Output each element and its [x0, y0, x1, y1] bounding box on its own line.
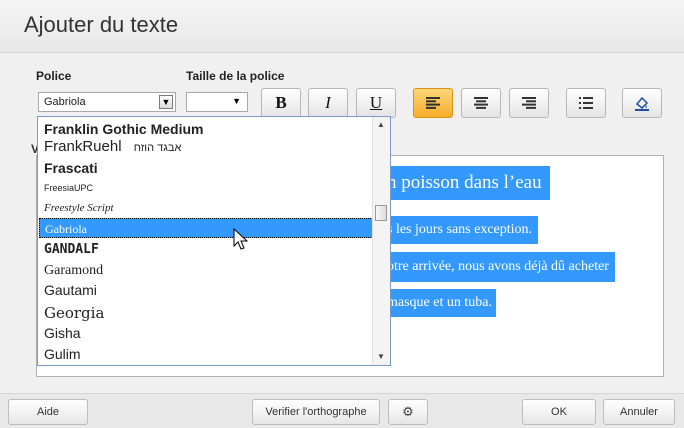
editor-line: n poisson dans l’eau — [387, 166, 550, 200]
dialog-title: Ajouter du texte — [24, 12, 179, 37]
editor-line: otre arrivée, nous avons déjà dû acheter — [387, 252, 615, 282]
scroll-up-icon[interactable]: ▲ — [377, 120, 385, 129]
paint-bucket-icon — [635, 96, 649, 111]
underline-button[interactable]: U — [356, 88, 396, 118]
font-option-label: FrankRuehl — [44, 138, 122, 155]
align-center-icon — [474, 97, 488, 109]
settings-button[interactable]: ⚙ — [388, 399, 428, 425]
dropdown-scrollbar[interactable]: ▲ ▼ — [372, 117, 390, 365]
italic-button[interactable]: I — [308, 88, 348, 118]
font-label: Police — [36, 69, 72, 83]
bullet-list-icon — [579, 97, 593, 109]
font-option-sample: אבגד הוזח — [133, 142, 182, 154]
font-dropdown-list[interactable]: Franklin Gothic Medium FrankRuehl אבגד ה… — [37, 116, 391, 366]
font-select[interactable]: Gabriola ▼ — [38, 92, 176, 112]
spellcheck-button[interactable]: Verifier l'orthographe — [252, 399, 380, 425]
font-option-gulim[interactable]: Gulim — [39, 344, 373, 364]
font-option-gandalf[interactable]: GANDALF — [39, 240, 373, 260]
align-right-icon — [522, 97, 536, 109]
text-color-button[interactable] — [622, 88, 662, 118]
align-right-button[interactable] — [509, 88, 549, 118]
font-size-label: Taille de la police — [186, 69, 285, 83]
font-option-georgia[interactable]: Georgia — [39, 303, 373, 323]
bullet-list-button[interactable] — [566, 88, 606, 118]
bold-button[interactable]: B — [261, 88, 301, 118]
scrollbar-thumb[interactable] — [375, 205, 387, 221]
font-option-freesiaupc[interactable]: FreesiaUPC — [39, 178, 373, 198]
mouse-pointer-icon — [233, 228, 249, 250]
align-center-button[interactable] — [461, 88, 501, 118]
font-option-gisha[interactable]: Gisha — [39, 323, 373, 343]
font-option-gautami[interactable]: Gautami — [39, 280, 373, 300]
add-text-dialog: Ajouter du texte Police Gabriola ▼ Taill… — [0, 0, 684, 428]
font-select-value: Gabriola — [44, 96, 86, 108]
cancel-button[interactable]: Annuler — [603, 399, 675, 425]
editor-line: s les jours sans exception. — [387, 216, 539, 244]
ok-button[interactable]: OK — [522, 399, 596, 425]
align-left-icon — [426, 97, 440, 109]
gear-icon: ⚙ — [402, 404, 414, 419]
dialog-title-bar: Ajouter du texte — [0, 0, 684, 53]
font-option-frankruehl[interactable]: FrankRuehl אבגד הוזח — [39, 137, 373, 157]
editor-line: masque et un tuba. — [387, 289, 496, 317]
align-left-button[interactable] — [413, 88, 453, 118]
font-option-garamond[interactable]: Garamond — [39, 261, 373, 281]
chevron-down-icon[interactable]: ▼ — [232, 96, 241, 106]
chevron-down-icon[interactable]: ▼ — [159, 95, 173, 109]
help-button[interactable]: Aide — [8, 399, 88, 425]
font-option-franklin[interactable]: Franklin Gothic Medium — [39, 119, 373, 139]
font-option-frascati[interactable]: Frascati — [39, 158, 373, 178]
font-option-gabriola[interactable]: Gabriola — [39, 218, 373, 238]
font-size-select[interactable]: ▼ — [186, 92, 248, 112]
font-option-freestyle-script[interactable]: Freestyle Script — [39, 198, 373, 218]
scroll-down-icon[interactable]: ▼ — [377, 352, 385, 361]
